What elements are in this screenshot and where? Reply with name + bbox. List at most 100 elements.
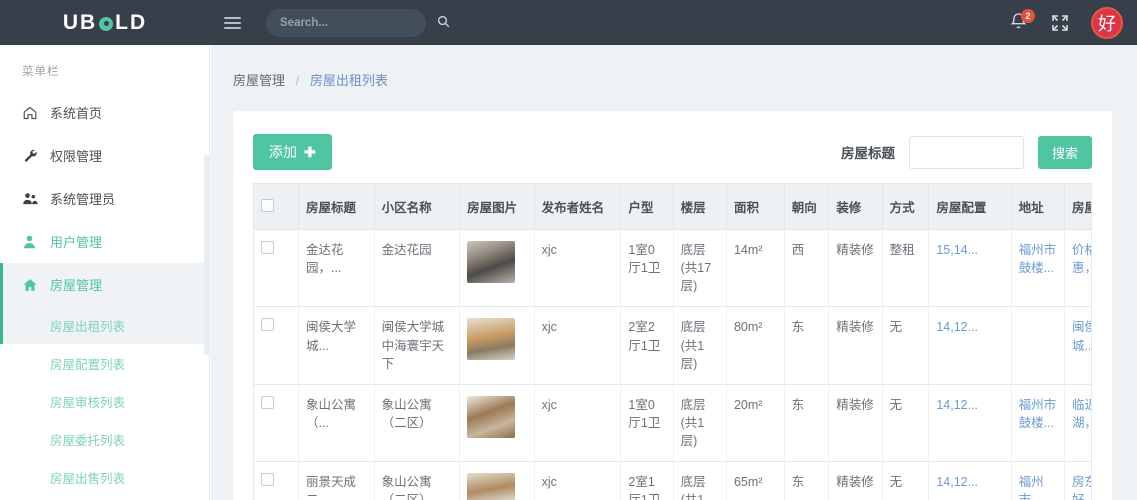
th-way[interactable]: 方式: [882, 184, 930, 230]
sidebar-item-house-management[interactable]: 房屋管理: [0, 263, 209, 306]
data-table-container[interactable]: 房屋标题 小区名称 房屋图片 发布者姓名 户型 楼层 面积 朝向 装修 方式 房…: [253, 183, 1092, 500]
table-head: 房屋标题 小区名称 房屋图片 发布者姓名 户型 楼层 面积 朝向 装修 方式 房…: [254, 184, 1091, 230]
cell-address[interactable]: 福州市鼓楼...: [1011, 229, 1065, 308]
sidebar-subitem-label: 房屋审核列表: [50, 395, 126, 410]
sidebar-subitem-entrust-list[interactable]: 房屋委托列表: [0, 420, 209, 458]
th-title[interactable]: 房屋标题: [298, 184, 375, 230]
cell-description[interactable]: 闽侯大学城...: [1064, 306, 1091, 385]
cell-zone: 象山公寓（二区）: [374, 461, 461, 500]
avatar[interactable]: 好: [1091, 6, 1123, 39]
sidebar-subitem-sale-list[interactable]: 房屋出售列表: [0, 458, 209, 496]
breadcrumb-parent[interactable]: 房屋管理: [233, 73, 285, 88]
cell-config[interactable]: 15,14...: [928, 229, 1012, 308]
row-checkbox[interactable]: [261, 318, 274, 332]
cell-image: [459, 461, 535, 500]
cell-decoration: 精装修: [828, 306, 883, 385]
sidebar-item-label: 系统管理员: [50, 192, 116, 207]
row-checkbox[interactable]: [261, 473, 274, 487]
breadcrumb: 房屋管理 / 房屋出租列表: [211, 45, 1137, 89]
search-input[interactable]: [278, 15, 437, 30]
cell-area: 20m²: [726, 384, 785, 463]
select-all-checkbox[interactable]: [261, 198, 274, 212]
cell-config[interactable]: 14,12...: [928, 461, 1012, 500]
sidebar-title: 菜单栏: [22, 66, 60, 78]
breadcrumb-current[interactable]: 房屋出租列表: [310, 73, 388, 88]
cell-area: 14m²: [726, 229, 785, 308]
card-toolbar: 添加 ✚ 房屋标题 搜索: [253, 129, 1092, 175]
sidebar-subitem-config-list[interactable]: 房屋配置列表: [0, 344, 209, 382]
global-search[interactable]: [266, 8, 450, 37]
add-button[interactable]: 添加 ✚: [253, 134, 332, 170]
table-row[interactable]: 丽景天成二... 象山公寓（二区） xjc 2室1厅1卫 底层(共1层) 65m…: [254, 461, 1091, 500]
sidebar-subitem-label: 房屋委托列表: [50, 433, 126, 448]
cell-address[interactable]: 福州市...: [1011, 461, 1065, 500]
sidebar-item-admins[interactable]: 系统管理员: [0, 177, 209, 220]
cell-direction: 东: [784, 384, 830, 463]
cell-description[interactable]: 价格实惠，...: [1064, 229, 1091, 308]
wrench-icon: [22, 148, 50, 164]
room-photo-thumbnail[interactable]: [467, 241, 516, 283]
room-photo-thumbnail[interactable]: [467, 473, 516, 500]
fullscreen-button[interactable]: [1051, 14, 1069, 32]
plus-icon: ✚: [304, 143, 316, 160]
cell-address[interactable]: [1011, 306, 1065, 385]
search-button[interactable]: 搜索: [1037, 135, 1092, 169]
th-image[interactable]: 房屋图片: [459, 184, 535, 230]
logo[interactable]: UB LD: [0, 0, 210, 45]
th-floor[interactable]: 楼层: [673, 184, 727, 230]
th-direction[interactable]: 朝向: [784, 184, 830, 230]
th-decoration[interactable]: 装修: [828, 184, 883, 230]
cell-title: 金达花园，...: [298, 229, 375, 308]
th-type[interactable]: 户型: [620, 184, 674, 230]
table-row[interactable]: 象山公寓（... 象山公寓（二区） xjc 1室0厅1卫 底层(共1层) 20m…: [254, 384, 1091, 463]
hamburger-icon[interactable]: [224, 16, 258, 29]
house-rental-table: 房屋标题 小区名称 房屋图片 发布者姓名 户型 楼层 面积 朝向 装修 方式 房…: [254, 184, 1091, 500]
cell-way: 无: [882, 384, 930, 463]
breadcrumb-separator: /: [295, 73, 300, 88]
cell-description[interactable]: 房东人很好...: [1064, 461, 1091, 500]
row-checkbox[interactable]: [261, 395, 274, 409]
cell-way: 无: [882, 306, 930, 385]
sidebar-subitem-audit-list[interactable]: 房屋审核列表: [0, 382, 209, 420]
cell-direction: 东: [784, 306, 830, 385]
sidebar-item-permissions[interactable]: 权限管理: [0, 134, 209, 177]
cell-zone: 象山公寓（二区）: [374, 384, 461, 463]
avatar-label: 好: [1098, 13, 1116, 34]
app-root: UB LD 2: [0, 0, 1137, 500]
cell-config[interactable]: 14,12...: [928, 384, 1012, 463]
add-button-label: 添加: [269, 144, 297, 160]
th-config[interactable]: 房屋配置: [928, 184, 1012, 230]
th-publisher[interactable]: 发布者姓名: [534, 184, 622, 230]
room-photo-thumbnail[interactable]: [467, 318, 516, 361]
main-content: 房屋管理 / 房屋出租列表 添加 ✚ 房屋标题 搜索 房屋标题 小区名称 房屋图…: [211, 45, 1137, 500]
user-icon: [22, 234, 50, 250]
th-area[interactable]: 面积: [726, 184, 785, 230]
topbar-actions: 2 好: [1009, 0, 1123, 45]
cell-description[interactable]: 临近西湖，...: [1064, 384, 1091, 463]
sidebar-subitem-label: 房屋配置列表: [50, 357, 126, 372]
search-icon[interactable]: [437, 15, 450, 30]
sidebar-item-label: 系统首页: [50, 106, 103, 121]
sidebar-scrollbar[interactable]: [204, 155, 209, 355]
table-row[interactable]: 闽侯大学城... 闽侯大学城中海寰宇天下 xjc 2室2厅1卫 底层(共1层) …: [254, 306, 1091, 385]
cell-direction: 东: [784, 461, 830, 500]
logo-text: UB LD: [63, 11, 147, 35]
table-header-row: 房屋标题 小区名称 房屋图片 发布者姓名 户型 楼层 面积 朝向 装修 方式 房…: [254, 184, 1091, 230]
sidebar-subitem-rent-list[interactable]: 房屋出租列表: [0, 306, 209, 344]
cell-type: 2室1厅1卫: [620, 461, 674, 500]
row-checkbox[interactable]: [261, 241, 274, 254]
sidebar-item-home[interactable]: 系统首页: [0, 91, 209, 134]
cell-config[interactable]: 14,12...: [928, 306, 1012, 385]
sidebar-item-users[interactable]: 用户管理: [0, 220, 209, 263]
th-address[interactable]: 地址: [1011, 184, 1065, 230]
th-description[interactable]: 房屋描述: [1064, 184, 1091, 230]
cell-title: 象山公寓（...: [298, 384, 375, 463]
cell-address[interactable]: 福州市鼓楼...: [1011, 384, 1065, 463]
row-select-cell: [254, 384, 299, 463]
cell-image: [459, 229, 535, 308]
th-zone[interactable]: 小区名称: [374, 184, 461, 230]
table-row[interactable]: 金达花园，... 金达花园 xjc 1室0厅1卫 底层(共17层) 14m² 西…: [254, 229, 1091, 308]
notifications-button[interactable]: 2: [1009, 8, 1035, 34]
house-title-input[interactable]: [908, 135, 1024, 169]
room-photo-thumbnail[interactable]: [467, 395, 516, 438]
